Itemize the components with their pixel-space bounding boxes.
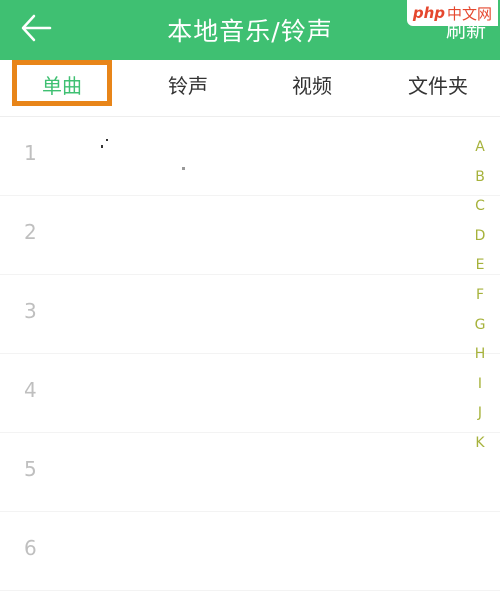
list-item[interactable]: 3 <box>0 275 500 354</box>
row-number: 4 <box>24 378 37 402</box>
row-number: 1 <box>24 141 37 165</box>
tab-folders[interactable]: 文件夹 <box>388 60 488 116</box>
speck <box>101 145 103 148</box>
alphabet-index: A B C D E F G H I J K <box>472 133 488 459</box>
watermark-logo: php 中文网 <box>406 0 498 26</box>
list-item[interactable]: 6 <box>0 512 500 591</box>
app-header: 本地音乐/铃声 刷新 php 中文网 <box>0 0 500 60</box>
tab-videos[interactable]: 视频 <box>262 60 362 116</box>
tab-bar: 单曲 铃声 视频 文件夹 <box>0 60 500 117</box>
watermark-site: 中文网 <box>446 4 492 23</box>
row-number: 3 <box>24 299 37 323</box>
index-letter-j[interactable]: J <box>472 399 488 429</box>
index-letter-g[interactable]: G <box>472 311 488 341</box>
row-number: 6 <box>24 536 37 560</box>
row-number: 2 <box>24 220 37 244</box>
index-letter-a[interactable]: A <box>472 133 488 163</box>
index-letter-h[interactable]: H <box>472 340 488 370</box>
speck <box>182 167 185 170</box>
list-item[interactable]: 5 <box>0 433 500 512</box>
index-letter-k[interactable]: K <box>472 429 488 459</box>
index-letter-d[interactable]: D <box>472 222 488 252</box>
list-item[interactable]: 1 <box>0 117 500 196</box>
tab-songs[interactable]: 单曲 <box>12 60 112 116</box>
index-letter-f[interactable]: F <box>472 281 488 311</box>
song-list: 1 2 3 4 5 6 <box>0 117 500 591</box>
index-letter-e[interactable]: E <box>472 251 488 281</box>
index-letter-i[interactable]: I <box>472 370 488 400</box>
list-item[interactable]: 2 <box>0 196 500 275</box>
tab-ringtones[interactable]: 铃声 <box>138 60 238 116</box>
row-number: 5 <box>24 457 37 481</box>
index-letter-b[interactable]: B <box>472 163 488 193</box>
speck <box>106 139 108 141</box>
list-item[interactable]: 4 <box>0 354 500 433</box>
watermark-brand: php <box>412 4 445 22</box>
index-letter-c[interactable]: C <box>472 192 488 222</box>
